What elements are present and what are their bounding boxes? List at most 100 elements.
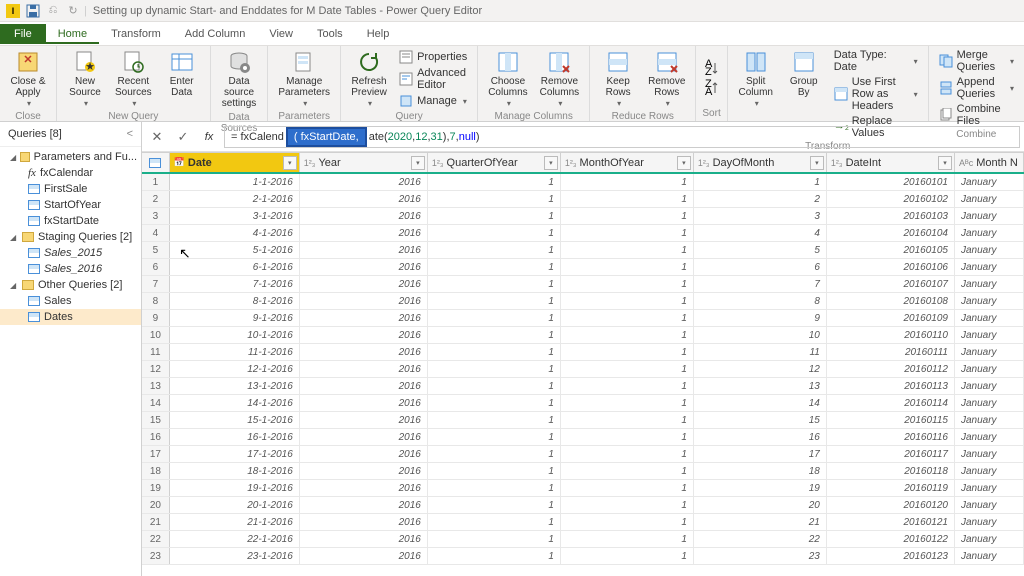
cell-monthname[interactable]: January	[955, 463, 1024, 479]
cell-day[interactable]: 8	[694, 293, 827, 309]
cell-dateint[interactable]: 20160116	[827, 429, 955, 445]
remove-columns-button[interactable]: RemoveColumns▾	[536, 48, 583, 110]
cell-monthname[interactable]: January	[955, 191, 1024, 207]
cell-year[interactable]: 2016	[300, 531, 428, 547]
cell-quarter[interactable]: 1	[428, 293, 561, 309]
table-row[interactable]: 1616-1-20162016111620160116January	[142, 429, 1024, 446]
cell-day[interactable]: 10	[694, 327, 827, 343]
cell-date[interactable]: 8-1-2016	[170, 293, 300, 309]
cell-month[interactable]: 1	[561, 242, 694, 258]
cell-quarter[interactable]: 1	[428, 361, 561, 377]
tab-file[interactable]: File	[0, 24, 46, 44]
cell-monthname[interactable]: January	[955, 310, 1024, 326]
recent-sources-button[interactable]: RecentSources▾	[111, 48, 156, 110]
table-row[interactable]: 1414-1-20162016111420160114January	[142, 395, 1024, 412]
cell-month[interactable]: 1	[561, 548, 694, 564]
query-fxstartdate[interactable]: fxStartDate	[0, 213, 141, 229]
cell-month[interactable]: 1	[561, 395, 694, 411]
cell-year[interactable]: 2016	[300, 208, 428, 224]
folder-staging[interactable]: ◢Staging Queries [2]	[0, 229, 141, 245]
table-row[interactable]: 2121-1-20162016112120160121January	[142, 514, 1024, 531]
cell-dateint[interactable]: 20160113	[827, 378, 955, 394]
cell-dateint[interactable]: 20160120	[827, 497, 955, 513]
cell-quarter[interactable]: 1	[428, 225, 561, 241]
cell-day[interactable]: 23	[694, 548, 827, 564]
cell-monthname[interactable]: January	[955, 395, 1024, 411]
query-fxcalendar[interactable]: fxfxCalendar	[0, 165, 141, 181]
close-apply-button[interactable]: ✕Close &Apply▾	[6, 48, 50, 110]
sort-asc-button[interactable]: AZ	[703, 59, 721, 77]
cell-date[interactable]: 13-1-2016	[170, 378, 300, 394]
col-quarter[interactable]: 1²₃QuarterOfYear▾	[428, 152, 561, 172]
cell-quarter[interactable]: 1	[428, 497, 561, 513]
tab-help[interactable]: Help	[355, 24, 402, 44]
cell-monthname[interactable]: January	[955, 548, 1024, 564]
cell-monthname[interactable]: January	[955, 480, 1024, 496]
cell-day[interactable]: 4	[694, 225, 827, 241]
remove-rows-button[interactable]: RemoveRows▾	[644, 48, 689, 110]
table-row[interactable]: 1818-1-20162016111820160118January	[142, 463, 1024, 480]
cell-month[interactable]: 1	[561, 429, 694, 445]
save-icon[interactable]	[24, 2, 42, 20]
cell-date[interactable]: 20-1-2016	[170, 497, 300, 513]
cell-day[interactable]: 13	[694, 378, 827, 394]
cell-dateint[interactable]: 20160123	[827, 548, 955, 564]
cell-month[interactable]: 1	[561, 174, 694, 190]
cell-quarter[interactable]: 1	[428, 429, 561, 445]
cell-monthname[interactable]: January	[955, 225, 1024, 241]
cell-monthname[interactable]: January	[955, 344, 1024, 360]
use-first-row-button[interactable]: Use First Row as Headers▾	[830, 75, 922, 113]
cell-year[interactable]: 2016	[300, 548, 428, 564]
cell-day[interactable]: 3	[694, 208, 827, 224]
cell-day[interactable]: 9	[694, 310, 827, 326]
table-row[interactable]: 77-1-2016201611720160107January	[142, 276, 1024, 293]
table-row[interactable]: 1111-1-20162016111120160111January	[142, 344, 1024, 361]
cell-date[interactable]: 17-1-2016	[170, 446, 300, 462]
cell-date[interactable]: 23-1-2016	[170, 548, 300, 564]
query-startofyear[interactable]: StartOfYear	[0, 197, 141, 213]
fx-icon[interactable]: fx	[198, 126, 220, 148]
col-date[interactable]: 📅Date▾	[170, 152, 300, 172]
filter-icon[interactable]: ▾	[810, 156, 824, 170]
filter-icon[interactable]: ▾	[938, 156, 952, 170]
table-row[interactable]: 44-1-2016201611420160104January	[142, 225, 1024, 242]
table-row[interactable]: 66-1-2016201611620160106January	[142, 259, 1024, 276]
sort-desc-button[interactable]: ZA	[703, 79, 721, 97]
cell-quarter[interactable]: 1	[428, 395, 561, 411]
cell-date[interactable]: 4-1-2016	[170, 225, 300, 241]
merge-queries-button[interactable]: Merge Queries▾	[935, 48, 1018, 74]
cell-date[interactable]: 2-1-2016	[170, 191, 300, 207]
cell-day[interactable]: 17	[694, 446, 827, 462]
cell-dateint[interactable]: 20160107	[827, 276, 955, 292]
cell-month[interactable]: 1	[561, 412, 694, 428]
cell-quarter[interactable]: 1	[428, 378, 561, 394]
table-row[interactable]: 88-1-2016201611820160108January	[142, 293, 1024, 310]
cell-year[interactable]: 2016	[300, 191, 428, 207]
col-month[interactable]: 1²₃MonthOfYear▾	[561, 152, 694, 172]
table-row[interactable]: 1313-1-20162016111320160113January	[142, 378, 1024, 395]
cell-date[interactable]: 10-1-2016	[170, 327, 300, 343]
cell-day[interactable]: 6	[694, 259, 827, 275]
cell-year[interactable]: 2016	[300, 242, 428, 258]
cell-dateint[interactable]: 20160105	[827, 242, 955, 258]
cell-date[interactable]: 14-1-2016	[170, 395, 300, 411]
collapse-icon[interactable]: <	[127, 128, 133, 140]
query-sales2015[interactable]: Sales_2015	[0, 245, 141, 261]
query-firstsale[interactable]: FirstSale	[0, 181, 141, 197]
cell-monthname[interactable]: January	[955, 259, 1024, 275]
properties-button[interactable]: Properties	[395, 49, 471, 65]
cell-dateint[interactable]: 20160108	[827, 293, 955, 309]
cell-monthname[interactable]: January	[955, 327, 1024, 343]
cell-dateint[interactable]: 20160109	[827, 310, 955, 326]
filter-icon[interactable]: ▾	[283, 156, 297, 170]
cell-date[interactable]: 3-1-2016	[170, 208, 300, 224]
cell-date[interactable]: 16-1-2016	[170, 429, 300, 445]
cell-date[interactable]: 12-1-2016	[170, 361, 300, 377]
cell-quarter[interactable]: 1	[428, 259, 561, 275]
cell-date[interactable]: 18-1-2016	[170, 463, 300, 479]
tab-add-column[interactable]: Add Column	[173, 24, 258, 44]
cell-quarter[interactable]: 1	[428, 242, 561, 258]
cell-month[interactable]: 1	[561, 514, 694, 530]
cell-month[interactable]: 1	[561, 497, 694, 513]
cell-month[interactable]: 1	[561, 191, 694, 207]
